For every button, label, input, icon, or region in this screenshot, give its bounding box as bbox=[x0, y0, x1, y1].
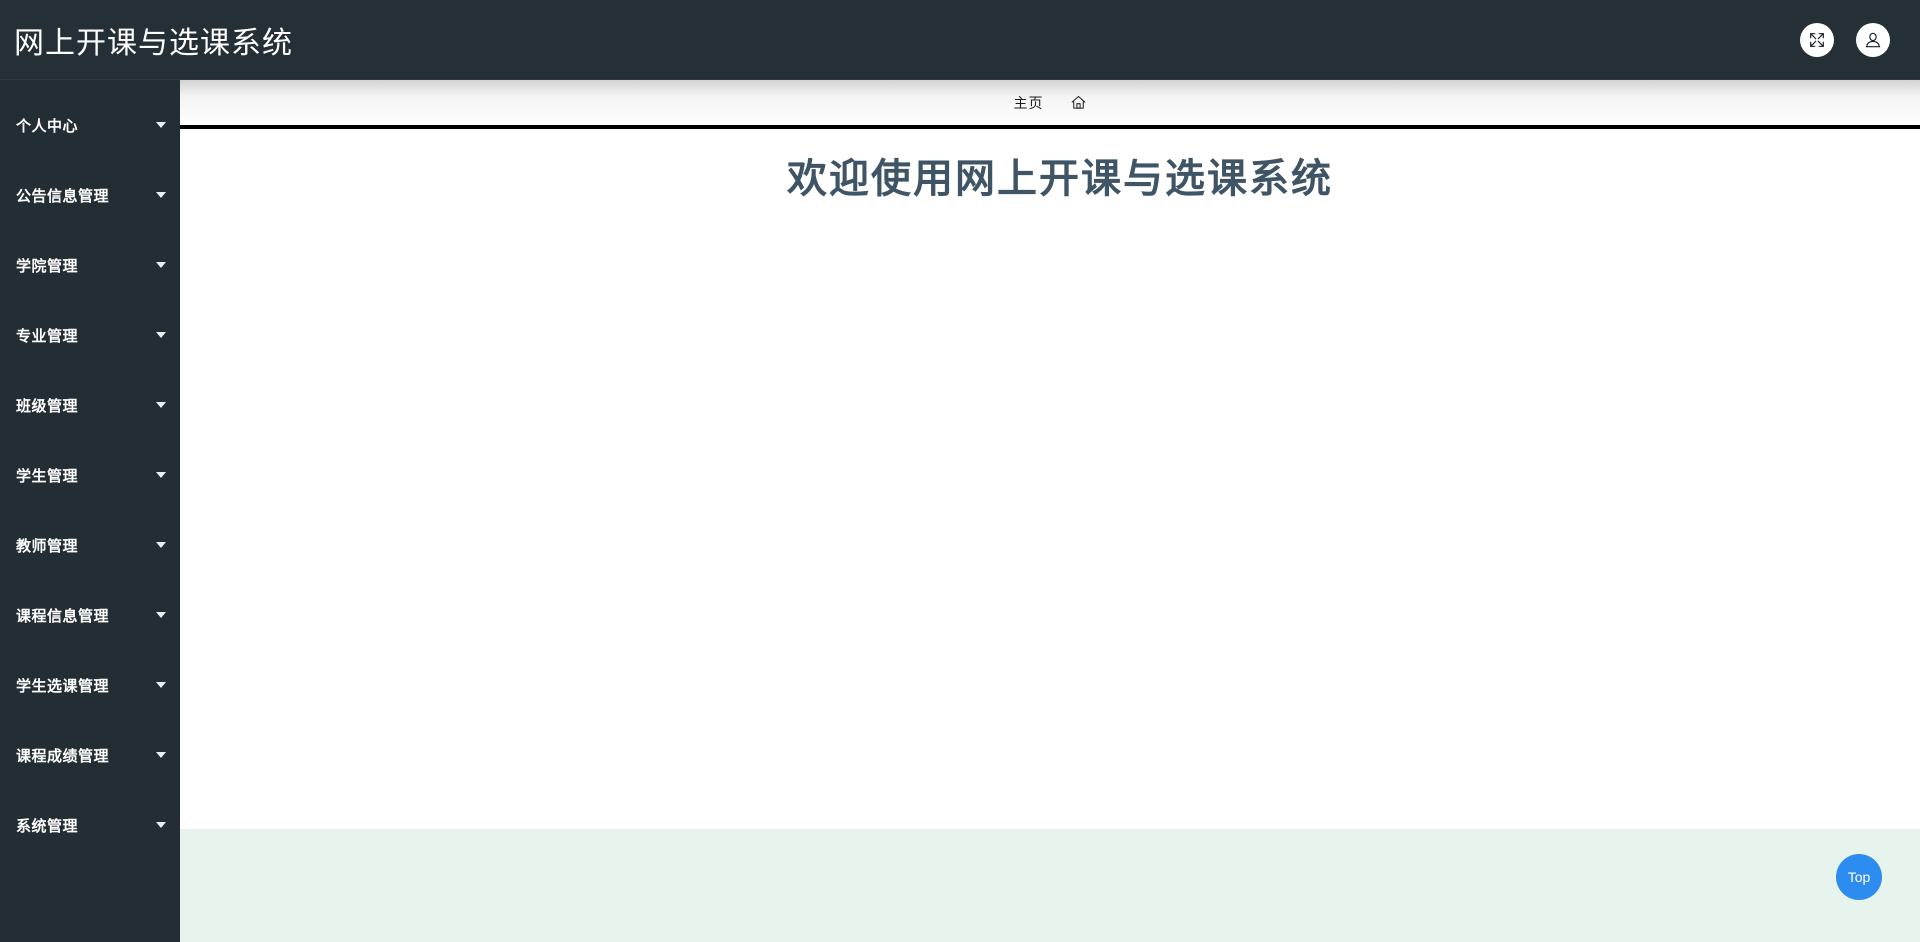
sidebar-item-course-info-management[interactable]: 课程信息管理 bbox=[0, 580, 180, 650]
sidebar-item-label: 个人中心 bbox=[16, 117, 79, 135]
sidebar-item-system-management[interactable]: 系统管理 bbox=[0, 790, 180, 860]
home-icon[interactable] bbox=[1070, 94, 1087, 111]
sidebar-item-label: 班级管理 bbox=[16, 397, 79, 415]
sidebar-item-announcement-management[interactable]: 公告信息管理 bbox=[0, 160, 180, 230]
chevron-down-icon bbox=[156, 542, 166, 548]
main-content: 主页 欢迎使用网上开课与选课系统 bbox=[180, 80, 1920, 942]
chevron-down-icon bbox=[156, 332, 166, 338]
sidebar-item-teacher-management[interactable]: 教师管理 bbox=[0, 510, 180, 580]
sidebar-item-student-management[interactable]: 学生管理 bbox=[0, 440, 180, 510]
sidebar-item-label: 学生选课管理 bbox=[16, 677, 110, 695]
chevron-down-icon bbox=[156, 472, 166, 478]
sidebar-item-label: 课程成绩管理 bbox=[16, 747, 110, 765]
user-button[interactable] bbox=[1856, 22, 1890, 57]
chevron-down-icon bbox=[156, 822, 166, 828]
sidebar-item-college-management[interactable]: 学院管理 bbox=[0, 230, 180, 300]
fullscreen-button[interactable] bbox=[1800, 22, 1834, 57]
welcome-section: 欢迎使用网上开课与选课系统 bbox=[180, 129, 1920, 889]
sidebar-item-label: 学生管理 bbox=[16, 467, 79, 485]
sidebar-item-label: 公告信息管理 bbox=[16, 187, 110, 205]
sidebar-item-label: 专业管理 bbox=[16, 327, 79, 345]
user-icon bbox=[1864, 31, 1882, 49]
top-header-bar: 网上开课与选课系统 bbox=[0, 0, 1920, 80]
sidebar-item-major-management[interactable]: 专业管理 bbox=[0, 300, 180, 370]
chevron-down-icon bbox=[156, 612, 166, 618]
footer bbox=[180, 829, 1920, 942]
sidebar-item-label: 课程信息管理 bbox=[16, 607, 110, 625]
sidebar-item-class-management[interactable]: 班级管理 bbox=[0, 370, 180, 440]
sidebar-item-personal-center[interactable]: 个人中心 bbox=[0, 90, 180, 160]
header-actions bbox=[1800, 22, 1890, 57]
sidebar-item-course-grade-management[interactable]: 课程成绩管理 bbox=[0, 720, 180, 790]
app-root: 网上开课与选课系统 个人中心 公告信息管理 学院管理 专业管理 班级管理 学生管… bbox=[0, 0, 1920, 942]
sidebar: 个人中心 公告信息管理 学院管理 专业管理 班级管理 学生管理 教师管理 课程信… bbox=[0, 80, 180, 942]
chevron-down-icon bbox=[156, 402, 166, 408]
breadcrumb-home-link[interactable]: 主页 bbox=[1014, 93, 1044, 113]
chevron-down-icon bbox=[156, 262, 166, 268]
sidebar-item-student-course-selection-management[interactable]: 学生选课管理 bbox=[0, 650, 180, 720]
chevron-down-icon bbox=[156, 192, 166, 198]
back-to-top-button[interactable]: Top bbox=[1836, 854, 1882, 900]
sidebar-item-label: 系统管理 bbox=[16, 817, 79, 835]
chevron-down-icon bbox=[156, 122, 166, 128]
sidebar-item-label: 教师管理 bbox=[16, 537, 79, 555]
chevron-down-icon bbox=[156, 752, 166, 758]
fullscreen-arrows-icon bbox=[1808, 31, 1826, 49]
chevron-down-icon bbox=[156, 682, 166, 688]
app-title: 网上开课与选课系统 bbox=[14, 26, 293, 60]
sidebar-item-label: 学院管理 bbox=[16, 257, 79, 275]
breadcrumb: 主页 bbox=[180, 80, 1920, 125]
page-title: 欢迎使用网上开课与选课系统 bbox=[787, 157, 1333, 201]
